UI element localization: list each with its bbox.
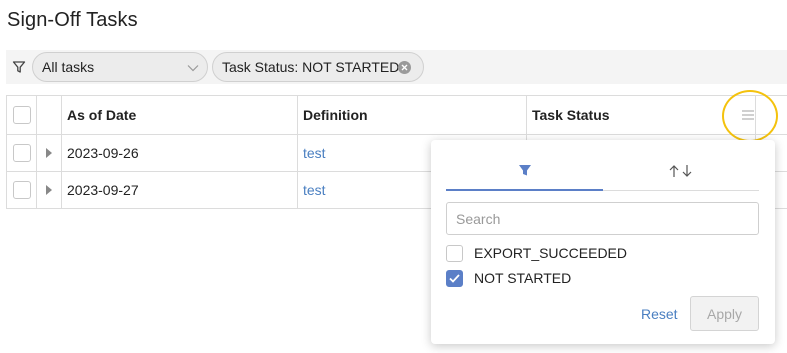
page-title: Sign-Off Tasks — [7, 9, 138, 31]
filter-bar: All tasks Task Status: NOT STARTED — [6, 50, 787, 84]
row-check-cell — [6, 135, 36, 171]
status-chip-label: Task Status: NOT STARTED — [222, 59, 400, 75]
reset-button[interactable]: Reset — [641, 306, 678, 322]
tab-sort[interactable] — [603, 151, 759, 191]
column-header-label: Definition — [303, 107, 368, 123]
option-label: NOT STARTED — [474, 270, 572, 286]
tab-filter[interactable] — [446, 151, 603, 191]
header-check-cell — [6, 96, 36, 134]
row-checkbox[interactable] — [13, 144, 31, 162]
column-filter-popup: EXPORT_SUCCEEDED NOT STARTED Reset Apply — [431, 140, 775, 344]
row-as-of-date: 2023-09-26 — [67, 145, 139, 161]
row-check-cell — [6, 172, 36, 208]
definition-link[interactable]: test — [303, 145, 326, 161]
status-filter-chip[interactable]: Task Status: NOT STARTED — [212, 52, 424, 82]
row-date-cell: 2023-09-27 — [61, 172, 297, 208]
column-header-task-status[interactable]: Task Status — [526, 96, 755, 134]
column-header-label: Task Status — [532, 107, 610, 123]
row-checkbox[interactable] — [13, 181, 31, 199]
chip-remove-icon[interactable] — [398, 61, 411, 74]
check-icon — [449, 274, 460, 283]
filter-icon — [12, 61, 26, 73]
row-as-of-date: 2023-09-27 — [67, 182, 139, 198]
task-scope-select[interactable]: All tasks — [32, 52, 208, 82]
row-expand-cell — [36, 172, 61, 208]
chevron-down-icon — [187, 65, 199, 72]
task-scope-value: All tasks — [42, 59, 95, 75]
option-label: EXPORT_SUCCEEDED — [474, 245, 628, 261]
grid-header-row: As of Date Definition Task Status — [6, 96, 787, 135]
option-checkbox[interactable] — [446, 245, 463, 262]
filter-option-export-succeeded[interactable]: EXPORT_SUCCEEDED — [446, 244, 746, 264]
expand-arrow-icon[interactable] — [46, 185, 52, 195]
column-header-as-of-date[interactable]: As of Date — [61, 96, 297, 134]
search-input[interactable] — [446, 202, 759, 235]
sort-icon — [669, 165, 692, 177]
header-expand-cell — [36, 96, 61, 134]
filter-icon — [518, 165, 531, 176]
column-header-label: As of Date — [67, 107, 137, 123]
apply-button[interactable]: Apply — [690, 296, 759, 331]
row-date-cell: 2023-09-26 — [61, 135, 297, 171]
highlight-ring — [722, 90, 778, 142]
filter-option-not-started[interactable]: NOT STARTED — [446, 269, 746, 289]
column-header-definition[interactable]: Definition — [297, 96, 526, 134]
option-checkbox-checked[interactable] — [446, 270, 463, 287]
select-all-checkbox[interactable] — [13, 106, 31, 124]
row-expand-cell — [36, 135, 61, 171]
definition-link[interactable]: test — [303, 182, 326, 198]
expand-arrow-icon[interactable] — [46, 148, 52, 158]
